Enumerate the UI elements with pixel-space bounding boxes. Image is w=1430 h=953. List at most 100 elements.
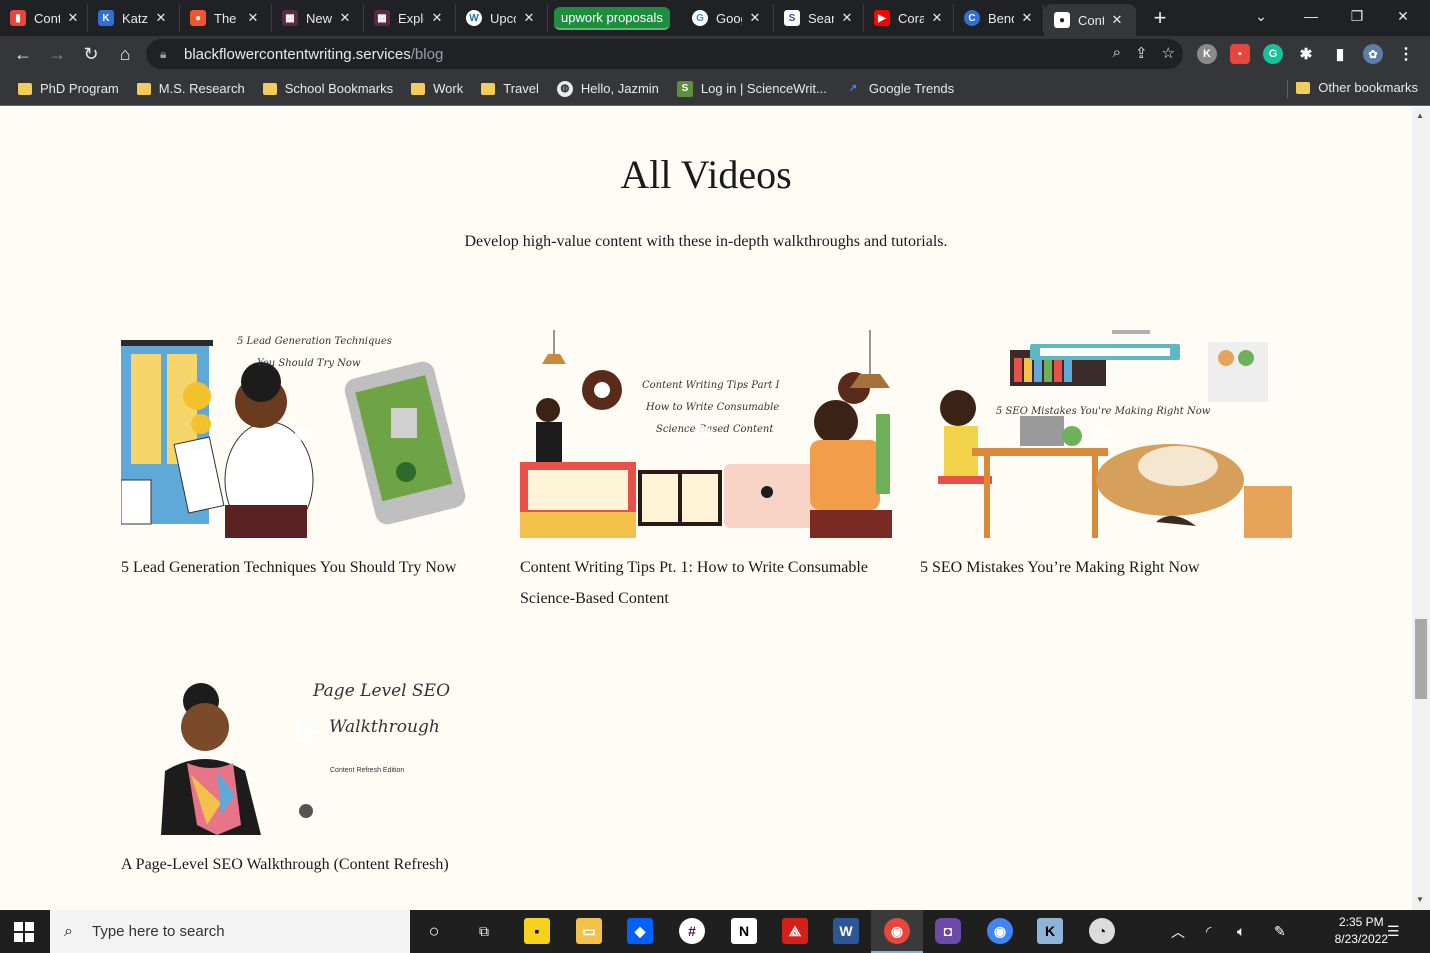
acrobat-icon[interactable]: ⟁ [782,918,808,944]
bookmark-sciencewrit[interactable]: S Log in | ScienceWrit... [676,80,827,97]
notion-icon[interactable]: N [731,918,757,944]
file-explorer-icon[interactable]: ▭ [576,918,602,944]
scrollbar-thumb[interactable] [1415,619,1427,699]
play-icon[interactable] [295,422,315,444]
close-icon[interactable]: ✕ [930,10,944,26]
tab-8[interactable]: ▶ Cora ✕ [864,4,954,32]
video-thumbnail[interactable]: Content Writing Tips Part I How to Write… [520,330,892,538]
close-icon[interactable]: ✕ [154,10,168,26]
window-close-icon[interactable]: ✕ [1380,0,1426,32]
other-bookmarks[interactable]: Other bookmarks [1296,80,1418,95]
close-icon[interactable]: ✕ [1110,12,1124,28]
search-placeholder[interactable]: Type here to search [92,923,225,940]
video-title[interactable]: 5 SEO Mistakes You’re Making Right Now [920,552,1292,583]
chrome-profile-icon[interactable]: ◉ [987,918,1013,944]
close-icon[interactable]: ✕ [748,10,762,26]
wifi-icon[interactable]: ◜ [1206,910,1211,953]
bookmark-school[interactable]: School Bookmarks [262,81,393,96]
tab-9[interactable]: C Bend ✕ [954,4,1044,32]
bookmark-work[interactable]: Work [411,81,463,96]
home-icon[interactable]: ⌂ [108,37,142,71]
dropbox-icon[interactable]: ◆ [627,918,653,944]
bookmark-ms-research[interactable]: M.S. Research [136,81,245,96]
restore-icon[interactable]: ❐ [1334,0,1380,32]
lock-icon[interactable]: 🔒︎ [160,47,174,62]
gamepad-icon[interactable]: ◘ [935,918,961,944]
zoom-icon[interactable]: ⌕ [1113,44,1121,62]
video-title[interactable]: A Page-Level SEO Walkthrough (Content Re… [121,849,493,880]
close-icon[interactable]: ✕ [840,10,854,26]
taskbar-clock[interactable]: 2:35 PM 8/23/2022 [1335,914,1388,948]
profile-avatar[interactable]: K [1197,44,1217,64]
video-thumbnail[interactable]: 5 Lead Generation Techniques You Should … [121,330,493,538]
close-icon[interactable]: ✕ [430,10,444,26]
video-card-1[interactable]: 5 Lead Generation Techniques You Should … [121,330,493,583]
tab-group-label[interactable]: upwork proposals [554,6,670,30]
profile-paw-icon[interactable]: ✿ [1363,44,1383,64]
chrome-icon[interactable]: ◉ [884,918,910,944]
play-icon[interactable] [1096,422,1116,444]
slack-icon[interactable]: # [679,918,705,944]
c-icon: C [964,10,980,26]
tray-chevron-icon[interactable]: ︿ [1171,910,1185,953]
bookmark-google-trends[interactable]: ↗ Google Trends [845,81,954,97]
address-bar[interactable]: 🔒︎ blackflowercontentwriting.services/bl… [146,39,1183,69]
close-icon[interactable]: ✕ [66,10,80,26]
scroll-up-icon[interactable]: ▲ [1416,111,1424,120]
close-icon[interactable]: ✕ [338,10,352,26]
play-icon[interactable] [696,422,716,444]
clock-app-icon[interactable]: ◔ [1089,918,1115,944]
minimize-icon[interactable]: — [1288,0,1334,32]
video-card-3[interactable]: 5 SEO Mistakes You're Making Right Now 5… [920,330,1292,583]
tab-search-icon[interactable]: ⌄ [1238,0,1284,32]
menu-icon[interactable]: ⋮ [1396,44,1416,64]
task-view-icon[interactable]: ⧉ [471,918,497,944]
play-icon[interactable] [297,720,317,742]
tab-0[interactable]: ▮ Content ✕ [0,4,88,32]
sticky-notes-icon[interactable]: ▪ [524,918,550,944]
page-scrollbar[interactable]: ▲ ▼ [1412,107,1430,910]
side-panel-icon[interactable]: ▮ [1330,44,1350,64]
grammarly-icon[interactable]: G [1263,44,1283,64]
new-tab-icon[interactable]: + [1150,5,1170,31]
video-title[interactable]: 5 Lead Generation Techniques You Should … [121,552,493,583]
bookmark-phd-program[interactable]: PhD Program [18,81,119,96]
url-text[interactable]: blackflowercontentwriting.services/blog [184,46,443,63]
extensions-puzzle-icon[interactable]: ✱ [1296,44,1316,64]
tab-6[interactable]: G Google ✕ [682,4,774,32]
reload-icon[interactable]: ↻ [74,37,108,71]
video-thumbnail[interactable]: Page Level SEO Walkthrough Content Refre… [121,675,493,835]
share-icon[interactable]: ⇪ [1135,44,1148,62]
close-icon[interactable]: ✕ [246,10,260,26]
tab-5[interactable]: W Upcoming ✕ [456,4,548,32]
close-icon[interactable]: ✕ [1020,10,1034,26]
bookmark-hello-jazmin[interactable]: ◍ Hello, Jazmin [556,80,659,97]
windows-start-icon[interactable] [14,922,34,942]
tab-3[interactable]: ▦ New ✕ [272,4,364,32]
notifications-icon[interactable]: ☰ [1387,910,1400,953]
scroll-down-icon[interactable]: ▼ [1416,895,1424,904]
video-card-2[interactable]: Content Writing Tips Part I How to Write… [520,330,892,614]
forward-icon[interactable]: → [40,37,74,71]
cortana-icon[interactable]: ○ [421,918,447,944]
tab-group-upwork[interactable]: upwork proposals [548,4,682,32]
video-card-4[interactable]: Page Level SEO Walkthrough Content Refre… [121,675,493,880]
tab-2[interactable]: ● The ✕ [180,4,272,32]
video-thumbnail[interactable]: 5 SEO Mistakes You're Making Right Now [920,330,1292,538]
volume-icon[interactable]: 🔈︎ [1237,910,1245,953]
tab-active[interactable]: ● Content ✕ [1044,4,1136,36]
word-icon[interactable]: W [833,918,859,944]
tab-1[interactable]: K Katz ✕ [88,4,180,32]
extension-red-icon[interactable]: ▪ [1230,44,1250,64]
close-icon[interactable]: ✕ [522,10,536,26]
tab-4[interactable]: ▦ Explore ✕ [364,4,456,32]
app-k-icon[interactable]: K [1037,918,1063,944]
bookmark-travel[interactable]: Travel [481,81,539,96]
shopify-icon: S [676,80,693,97]
video-title[interactable]: Content Writing Tips Pt. 1: How to Write… [520,552,892,614]
pen-icon[interactable]: ✎ [1274,910,1286,953]
back-icon[interactable]: ← [6,37,40,71]
tab-7[interactable]: S Search ✕ [774,4,864,32]
bookmark-star-icon[interactable]: ☆ [1162,44,1175,62]
taskbar-search[interactable]: ⌕ Type here to search [50,910,410,953]
